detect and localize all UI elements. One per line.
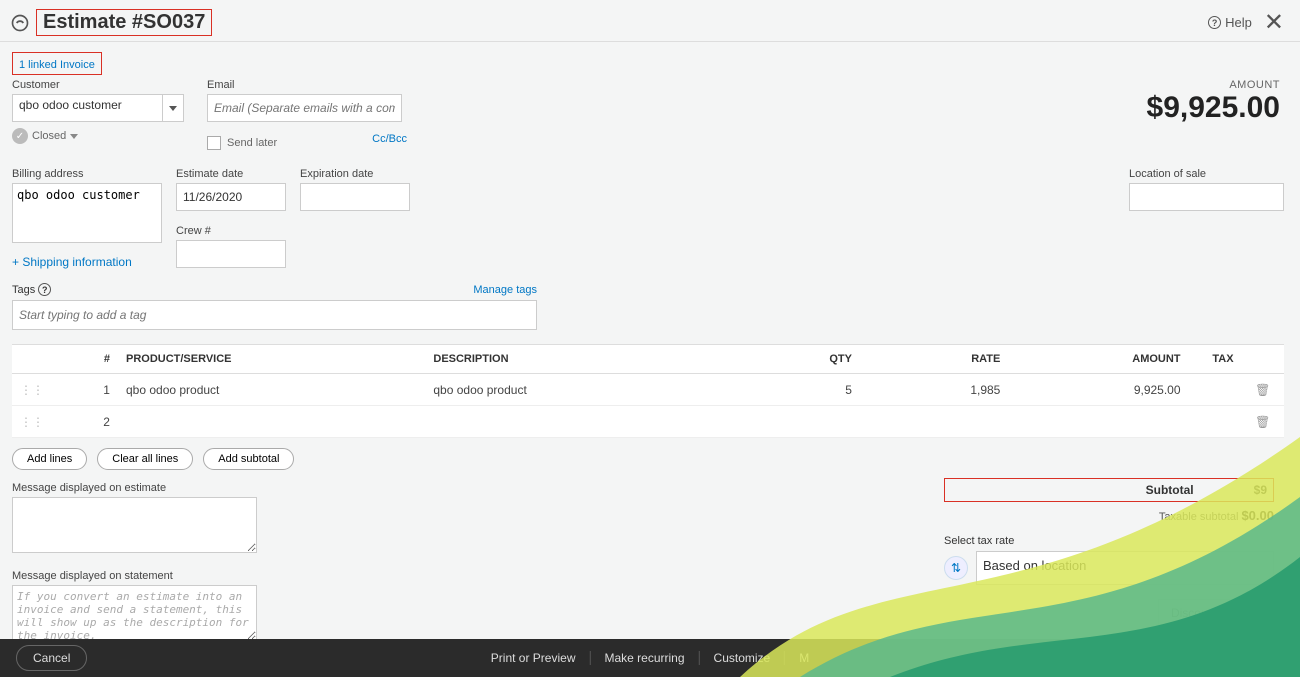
row-tax[interactable] [1189,406,1242,438]
col-product: PRODUCT/SERVICE [118,345,425,374]
footer-link[interactable]: Customize [700,651,786,665]
col-rate: RATE [860,345,1008,374]
tags-input[interactable] [12,300,537,330]
table-row[interactable]: ⋮⋮1qbo odoo productqbo odoo product51,98… [12,374,1284,406]
msg-statement-label: Message displayed on statement [12,570,262,582]
trash-icon[interactable]: 🗑 [1242,406,1284,438]
location-label: Location of sale [1129,168,1284,180]
row-rate[interactable]: 1,985 [860,374,1008,406]
taxable-subtotal: Taxable subtotal $0.00 [944,508,1274,523]
expiration-input[interactable] [300,183,410,211]
header-bar: Estimate #SO037 ? Help ✕ [0,0,1300,42]
footer-bar: Cancel Print or PreviewMake recurringCus… [0,639,1300,677]
row-product[interactable]: qbo odoo product [118,374,425,406]
send-later-checkbox[interactable]: Send later [207,136,277,150]
billing-address[interactable] [12,183,162,243]
cc-bcc-link[interactable]: Cc/Bcc [372,133,407,145]
row-qty[interactable] [733,406,860,438]
help-link[interactable]: ? Help [1208,15,1252,30]
row-rate[interactable] [860,406,1008,438]
help-icon: ? [1208,16,1221,29]
status-check-icon: ✓ [12,128,28,144]
shipping-info-link[interactable]: + Shipping information [12,255,162,269]
manage-tags-link[interactable]: Manage tags [473,284,537,296]
row-amount[interactable] [1008,406,1188,438]
amount-label: AMOUNT [1147,79,1280,91]
chevron-down-icon [169,106,177,111]
customer-label: Customer [12,79,187,91]
col-qty: QTY [733,345,860,374]
crew-input[interactable] [176,240,286,268]
msg-estimate-label: Message displayed on estimate [12,482,262,494]
customer-select[interactable]: qbo odoo customer [12,94,187,122]
customer-dropdown-button[interactable] [162,94,184,122]
add-subtotal-button[interactable]: Add subtotal [203,448,294,470]
page-title: Estimate #SO037 [43,11,205,33]
row-qty[interactable]: 5 [733,374,860,406]
col-num: # [54,345,118,374]
subtotal-row: Subtotal $9 [944,478,1274,502]
linked-invoice-link[interactable]: 1 linked Invoice [19,59,95,71]
table-row[interactable]: ⋮⋮2 🗑 [12,406,1284,438]
tags-label: Tags ? [12,283,51,296]
billing-label: Billing address [12,168,162,180]
row-desc[interactable] [425,406,732,438]
drag-handle-icon[interactable]: ⋮⋮ [12,406,54,438]
location-input[interactable] [1129,183,1284,211]
trash-icon[interactable]: 🗑 [1242,374,1284,406]
drag-handle-icon[interactable]: ⋮⋮ [12,374,54,406]
row-amount[interactable]: 9,925.00 [1008,374,1188,406]
status-row[interactable]: ✓ Closed [12,128,187,144]
crew-label: Crew # [176,225,286,237]
row-desc[interactable]: qbo odoo product [425,374,732,406]
col-tax: TAX [1189,345,1242,374]
taxrate-select[interactable]: Based on location [976,551,1274,585]
email-label: Email [207,79,407,91]
discount-button[interactable]: Discount percent [1158,599,1274,627]
title-highlight: Estimate #SO037 [36,9,212,36]
info-icon[interactable]: ? [38,283,51,296]
footer-link[interactable]: Print or Preview [477,651,591,665]
amount-value: $9,925.00 [1147,91,1280,125]
close-icon[interactable]: ✕ [1264,8,1284,37]
taxrate-label: Select tax rate [944,535,1274,547]
email-input[interactable] [207,94,402,122]
app-logo-icon [10,13,30,33]
msg-estimate-input[interactable] [12,497,257,553]
row-num: 1 [54,374,118,406]
checkbox-icon [207,136,221,150]
footer-link[interactable]: M [785,651,823,665]
add-lines-button[interactable]: Add lines [12,448,87,470]
chevron-down-icon [70,134,78,139]
estimate-date-input[interactable] [176,183,286,211]
footer-link[interactable]: Make recurring [590,651,699,665]
swap-icon[interactable]: ⇅ [944,556,968,580]
expiration-label: Expiration date [300,168,410,180]
cancel-button[interactable]: Cancel [16,645,87,671]
line-items-table: # PRODUCT/SERVICE DESCRIPTION QTY RATE A… [12,344,1284,438]
row-product[interactable] [118,406,425,438]
linked-invoice-highlight: 1 linked Invoice [12,52,102,75]
row-tax[interactable] [1189,374,1242,406]
clear-lines-button[interactable]: Clear all lines [97,448,193,470]
row-num: 2 [54,406,118,438]
estimate-date-label: Estimate date [176,168,286,180]
col-desc: DESCRIPTION [425,345,732,374]
col-amount: AMOUNT [1008,345,1188,374]
msg-statement-input[interactable] [12,585,257,641]
